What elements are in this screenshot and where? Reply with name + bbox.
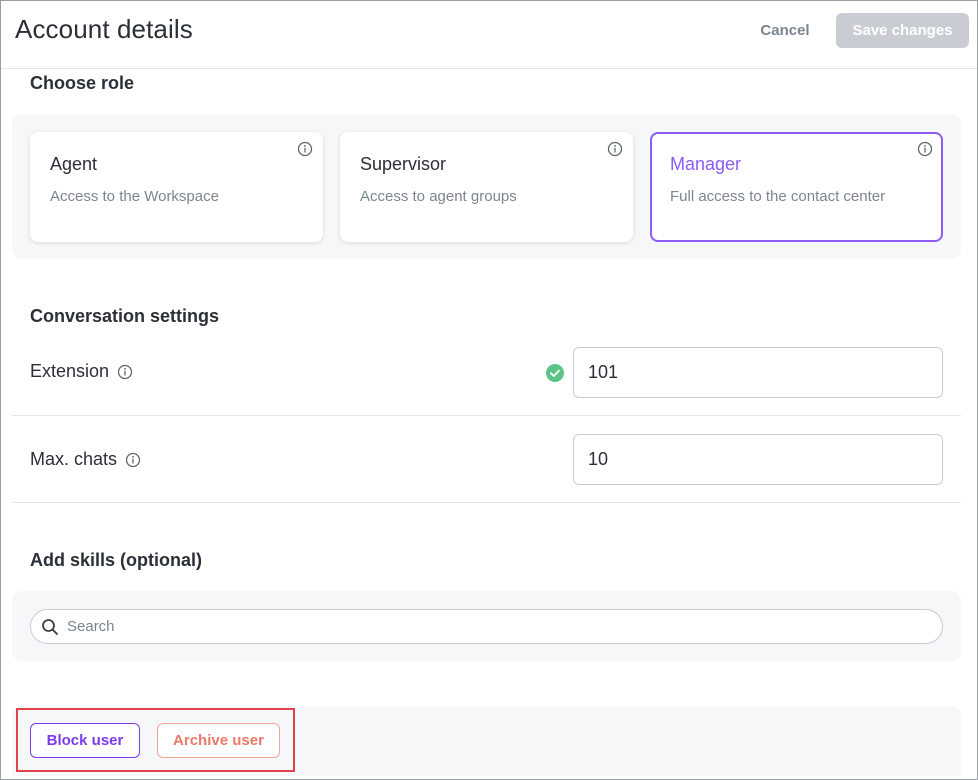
role-name: Manager: [670, 154, 742, 174]
cancel-button[interactable]: Cancel: [750, 19, 820, 43]
role-card-manager[interactable]: Manager Full access to the contact cente…: [650, 132, 943, 242]
extension-input[interactable]: 101: [573, 347, 943, 398]
search-placeholder: Search: [67, 618, 115, 635]
block-user-button[interactable]: Block user: [30, 723, 140, 758]
header-divider: [1, 68, 977, 69]
save-changes-button[interactable]: Save changes: [836, 13, 969, 48]
role-card-agent[interactable]: Agent Access to the Workspace: [30, 132, 323, 242]
role-description: Access to agent groups: [360, 188, 517, 205]
role-description: Full access to the contact center: [670, 188, 886, 205]
conversation-settings-title: Conversation settings: [30, 306, 220, 326]
max-chats-input[interactable]: 10: [573, 434, 943, 485]
role-name: Agent: [50, 154, 98, 174]
archive-user-button[interactable]: Archive user: [157, 723, 280, 758]
info-icon[interactable]: [607, 141, 623, 157]
extension-label-row: Extension: [30, 361, 133, 382]
choose-role-title: Choose role: [30, 73, 135, 93]
role-name: Supervisor: [360, 154, 447, 174]
info-icon[interactable]: [917, 141, 933, 157]
search-icon: [42, 618, 58, 635]
info-icon[interactable]: [117, 364, 133, 380]
row-divider: [12, 502, 961, 503]
role-card-supervisor[interactable]: Supervisor Access to agent groups: [340, 132, 633, 242]
role-description: Access to the Workspace: [50, 188, 219, 205]
max-chats-label-row: Max. chats: [30, 449, 141, 470]
check-circle-icon: [546, 364, 564, 382]
page-title: Account details: [15, 14, 193, 44]
row-divider: [12, 415, 961, 416]
add-skills-title: Add skills (optional): [30, 550, 203, 570]
max-chats-label: Max. chats: [30, 449, 118, 469]
skills-search-input[interactable]: Search: [30, 609, 943, 644]
info-icon[interactable]: [297, 141, 313, 157]
extension-label: Extension: [30, 361, 110, 381]
info-icon[interactable]: [125, 452, 141, 468]
